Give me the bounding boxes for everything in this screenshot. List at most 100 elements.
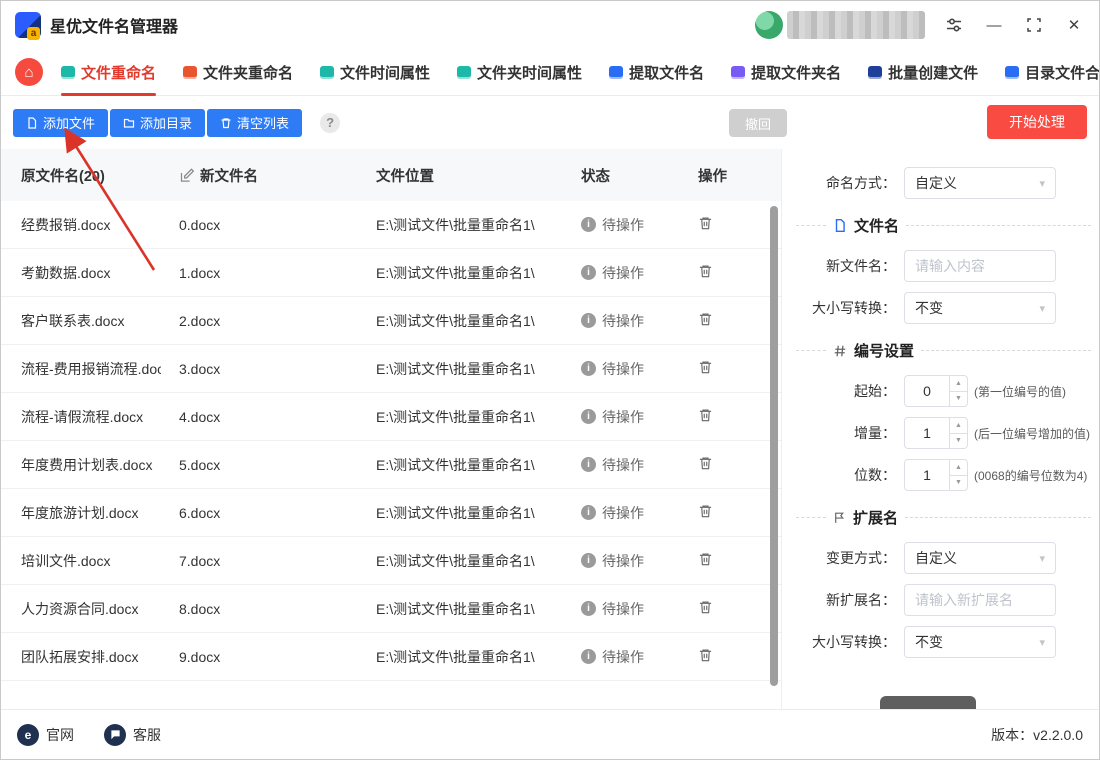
tab-item[interactable]: 文件夹时间属性 [457, 49, 582, 96]
increment-hint: (后一位编号增加的值) [974, 425, 1090, 442]
cell-new-name: 5.docx [161, 457, 358, 473]
trash-icon [698, 311, 713, 327]
tab-item[interactable]: 提取文件夹名 [731, 49, 841, 96]
clear-list-button[interactable]: 清空列表 [207, 109, 302, 137]
change-method-label: 变更方式： [796, 548, 896, 568]
tab-item[interactable]: 批量创建文件 [868, 49, 978, 96]
new-filename-input[interactable] [904, 250, 1056, 282]
naming-method-label: 命名方式： [796, 173, 896, 193]
tab-label: 文件时间属性 [340, 62, 430, 83]
table-scrollbar-thumb[interactable] [770, 206, 778, 686]
stepper-up-icon[interactable]: ▲ [950, 460, 967, 476]
digits-hint: (0068的编号位数为4) [974, 467, 1087, 484]
tab-label: 文件夹时间属性 [477, 62, 582, 83]
add-directory-label: 添加目录 [140, 113, 192, 132]
tab-item[interactable]: 目录文件合并/提取 [1005, 49, 1100, 96]
settings-sliders-icon[interactable] [943, 14, 965, 36]
delete-row-button[interactable] [698, 407, 713, 423]
tab-icon [183, 66, 197, 79]
file-table: 原文件名(20) 新文件名 文件位置 状态 操作 经费报销.docx 0.doc… [1, 149, 781, 709]
tab-item[interactable]: 文件时间属性 [320, 49, 430, 96]
table-row[interactable]: 人力资源合同.docx 8.docx E:\测试文件\批量重命名1\ i 待操作 [1, 585, 781, 633]
change-method-select[interactable]: 自定义▾ [904, 542, 1056, 574]
info-icon: i [581, 649, 596, 664]
avatar[interactable] [755, 11, 783, 39]
trash-icon [698, 263, 713, 279]
stepper-up-icon[interactable]: ▲ [950, 376, 967, 392]
delete-row-button[interactable] [698, 551, 713, 567]
increment-stepper[interactable]: 1 ▲▼ [904, 417, 968, 449]
cell-original-name: 流程-请假流程.docx [1, 407, 161, 427]
case-convert-select[interactable]: 不变▾ [904, 292, 1056, 324]
minimize-button[interactable]: — [983, 14, 1005, 36]
trash-icon [698, 359, 713, 375]
tab-label: 提取文件名 [629, 62, 704, 83]
tab-icon [320, 66, 334, 79]
table-row[interactable]: 客户联系表.docx 2.docx E:\测试文件\批量重命名1\ i 待操作 [1, 297, 781, 345]
cell-location: E:\测试文件\批量重命名1\ [358, 407, 563, 427]
table-row[interactable]: 流程-请假流程.docx 4.docx E:\测试文件\批量重命名1\ i 待操… [1, 393, 781, 441]
col-location: 文件位置 [358, 165, 563, 186]
start-number-stepper[interactable]: 0 ▲▼ [904, 375, 968, 407]
delete-row-button[interactable] [698, 599, 713, 615]
table-row[interactable]: 团队拓展安排.docx 9.docx E:\测试文件\批量重命名1\ i 待操作 [1, 633, 781, 681]
table-body: 经费报销.docx 0.docx E:\测试文件\批量重命名1\ i 待操作 [1, 201, 781, 681]
tab-item[interactable]: 提取文件名 [609, 49, 704, 96]
ext-case-convert-select[interactable]: 不变▾ [904, 626, 1056, 658]
user-account[interactable] [755, 11, 925, 39]
cell-operation [680, 551, 771, 570]
cell-original-name: 考勤数据.docx [1, 263, 161, 283]
add-file-button[interactable]: 添加文件 [13, 109, 108, 137]
table-row[interactable]: 考勤数据.docx 1.docx E:\测试文件\批量重命名1\ i 待操作 [1, 249, 781, 297]
cell-location: E:\测试文件\批量重命名1\ [358, 311, 563, 331]
delete-row-button[interactable] [698, 263, 713, 279]
undo-button[interactable]: 撤回 [729, 109, 787, 137]
new-extension-input[interactable] [904, 584, 1056, 616]
clear-list-label: 清空列表 [237, 113, 289, 132]
tab-icon [457, 66, 471, 79]
panel-bottom-button-partial[interactable] [880, 696, 976, 709]
delete-row-button[interactable] [698, 215, 713, 231]
document-icon [833, 218, 847, 233]
ext-case-convert-label: 大小写转换： [796, 632, 896, 652]
tab-label: 批量创建文件 [888, 62, 978, 83]
delete-row-button[interactable] [698, 311, 713, 327]
tab-icon [1005, 66, 1019, 79]
maximize-button[interactable] [1023, 14, 1045, 36]
trash-icon [698, 407, 713, 423]
stepper-down-icon[interactable]: ▼ [950, 392, 967, 407]
table-row[interactable]: 流程-费用报销流程.docx 3.docx E:\测试文件\批量重命名1\ i … [1, 345, 781, 393]
home-tab-button[interactable]: ⌂ [15, 58, 43, 86]
digits-stepper[interactable]: 1 ▲▼ [904, 459, 968, 491]
delete-row-button[interactable] [698, 455, 713, 471]
cell-original-name: 经费报销.docx [1, 215, 161, 235]
info-icon: i [581, 505, 596, 520]
table-row[interactable]: 经费报销.docx 0.docx E:\测试文件\批量重命名1\ i 待操作 [1, 201, 781, 249]
table-row[interactable]: 年度费用计划表.docx 5.docx E:\测试文件\批量重命名1\ i 待操… [1, 441, 781, 489]
delete-row-button[interactable] [698, 359, 713, 375]
start-processing-button[interactable]: 开始处理 [987, 105, 1087, 139]
table-row[interactable]: 年度旅游计划.docx 6.docx E:\测试文件\批量重命名1\ i 待操作 [1, 489, 781, 537]
cell-location: E:\测试文件\批量重命名1\ [358, 359, 563, 379]
cell-operation [680, 263, 771, 282]
info-icon: i [581, 265, 596, 280]
delete-row-button[interactable] [698, 503, 713, 519]
info-icon: i [581, 313, 596, 328]
naming-method-select[interactable]: 自定义▾ [904, 167, 1056, 199]
stepper-down-icon[interactable]: ▼ [950, 434, 967, 449]
delete-row-button[interactable] [698, 647, 713, 663]
tab-item[interactable]: 文件夹重命名 [183, 49, 293, 96]
table-row[interactable]: 培训文件.docx 7.docx E:\测试文件\批量重命名1\ i 待操作 [1, 537, 781, 585]
flag-icon [833, 510, 846, 525]
cell-location: E:\测试文件\批量重命名1\ [358, 455, 563, 475]
info-icon: i [581, 553, 596, 568]
stepper-up-icon[interactable]: ▲ [950, 418, 967, 434]
help-icon[interactable]: ? [320, 113, 340, 133]
support-link[interactable]: 客服 [104, 724, 161, 746]
close-button[interactable]: ✕ [1063, 14, 1085, 36]
official-site-link[interactable]: e 官网 [17, 724, 74, 746]
add-directory-button[interactable]: 添加目录 [110, 109, 205, 137]
stepper-down-icon[interactable]: ▼ [950, 476, 967, 491]
tab-item[interactable]: 文件重命名 [61, 49, 156, 96]
app-window: 星优文件名管理器 — ✕ ⌂ [0, 0, 1100, 760]
